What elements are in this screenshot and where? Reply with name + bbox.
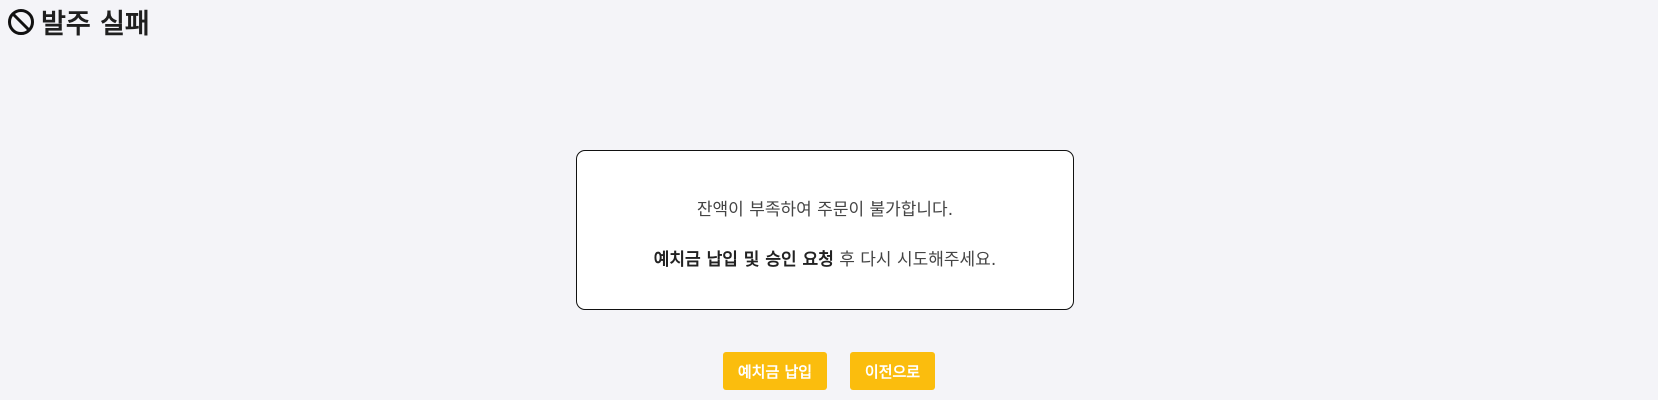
- page-header: 발주 실패: [7, 2, 150, 41]
- retry-instruction-message: 예치금 납입 및 승인 요청 후 다시 시도해주세요.: [577, 245, 1073, 270]
- deposit-request-emphasis: 예치금 납입 및 승인 요청: [653, 250, 834, 270]
- deposit-button[interactable]: 예치금 납입: [723, 352, 827, 390]
- message-box: 잔액이 부족하여 주문이 불가합니다. 예치금 납입 및 승인 요청 후 다시 …: [576, 150, 1074, 310]
- action-bar: 예치금 납입 이전으로: [0, 352, 1658, 390]
- prohibited-icon: [7, 8, 35, 36]
- back-button[interactable]: 이전으로: [850, 352, 935, 390]
- retry-instruction-text: 후 다시 시도해주세요.: [833, 250, 997, 270]
- insufficient-balance-message: 잔액이 부족하여 주문이 불가합니다.: [696, 200, 954, 220]
- page-title: 발주 실패: [41, 9, 150, 40]
